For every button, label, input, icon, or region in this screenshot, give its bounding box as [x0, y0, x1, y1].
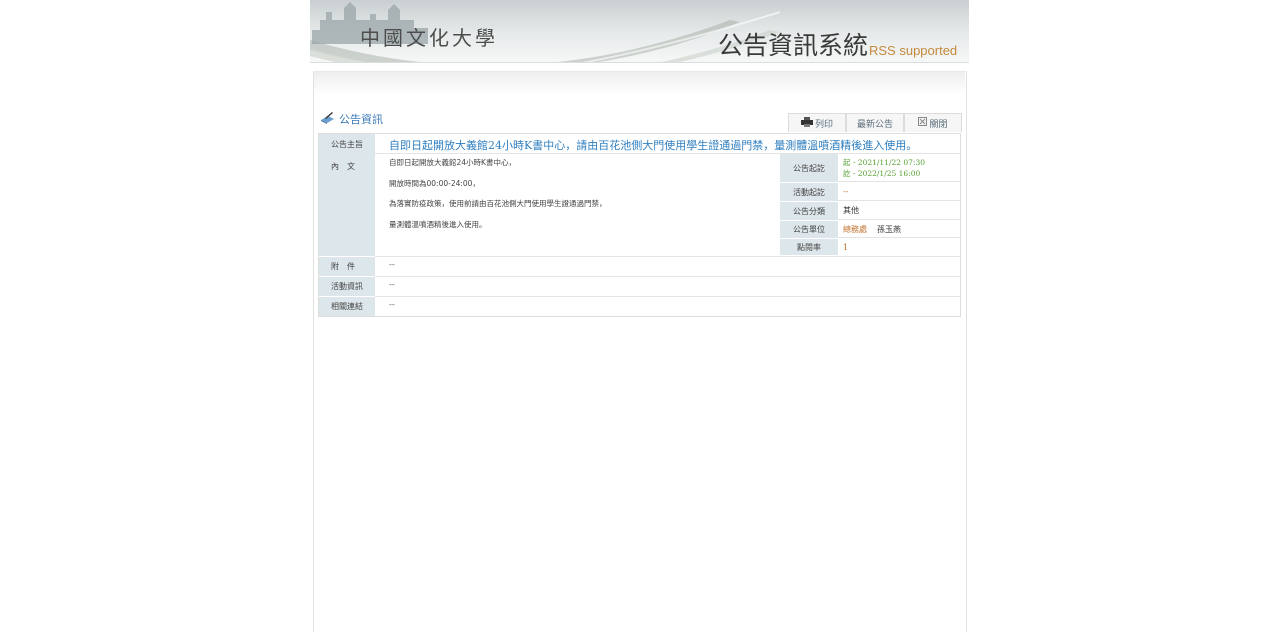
- content-paragraph: 開放時間為00:00-24:00，: [389, 179, 480, 188]
- section-title: 公告資訊: [339, 113, 383, 126]
- content-paragraph: 為落實防疫政策，使用前請由百花池側大門使用學生證通過門禁，: [389, 199, 607, 208]
- clicks-label: 點閱率: [780, 239, 838, 255]
- content-paragraph: 量測體溫噴酒精後進入使用。: [389, 220, 487, 229]
- attachment-label: 附件: [319, 257, 375, 276]
- period-end: 訖 - 2022/1/25 16:00: [843, 168, 921, 178]
- attachment-value: --: [389, 260, 395, 269]
- print-label: 列印: [814, 119, 833, 130]
- unit-name: 總務處: [843, 224, 867, 234]
- section-header: 公告資訊: [320, 111, 383, 127]
- content-paragraph: 自即日起開放大義館24小時K書中心，: [389, 158, 516, 167]
- announcement-table: 公告主旨 自即日起開放大義館24小時K書中心，請由百花池側大門使用學生證通過門禁…: [318, 133, 961, 317]
- content-label: 內文: [319, 154, 375, 256]
- related-links-label: 相關連結: [319, 297, 375, 316]
- close-button[interactable]: 關閉: [904, 113, 962, 132]
- close-label: 關閉: [929, 119, 948, 130]
- clicks-value: 1: [843, 242, 849, 252]
- category-label: 公告分類: [780, 202, 838, 220]
- row-divider: [375, 256, 960, 257]
- period-label: 公告起訖: [780, 154, 838, 182]
- row-divider: [375, 296, 960, 297]
- latest-label: 最新公告: [856, 119, 893, 130]
- announcement-subject: 自即日起開放大義館24小時K書中心，請由百花池側大門使用學生證通過門禁，量測體溫…: [389, 139, 918, 152]
- frame-header-gradient: [314, 72, 965, 94]
- toolbar: 列印 最新公告 關閉: [788, 113, 962, 132]
- unit-contact: 孫玉燕: [877, 224, 901, 234]
- activity-info-value: --: [389, 280, 395, 289]
- period-value: 起 - 2021/11/22 07:30 訖 - 2022/1/25 16:00: [838, 154, 960, 182]
- related-links-value: --: [389, 300, 395, 309]
- row-divider: [375, 276, 960, 277]
- site-banner: 中國文化大學 公告資訊系統 RSS supported: [310, 0, 969, 63]
- latest-announcements-button[interactable]: 最新公告: [846, 113, 904, 132]
- school-name: 中國文化大學: [360, 26, 498, 50]
- system-title: 公告資訊系統: [718, 31, 869, 60]
- period-start: 起 - 2021/11/22 07:30: [843, 157, 926, 167]
- rss-supported-label[interactable]: RSS supported: [869, 43, 957, 58]
- printer-icon: [800, 116, 813, 130]
- activity-info-label: 活動資訊: [319, 277, 375, 296]
- subject-label: 公告主旨: [319, 134, 375, 154]
- book-pencil-icon: [320, 111, 335, 127]
- category-value: 其他: [838, 202, 960, 220]
- activity-period-value: --: [838, 183, 960, 201]
- print-button[interactable]: 列印: [788, 113, 846, 132]
- unit-value: 總務處 孫玉燕: [838, 221, 960, 238]
- close-box-icon: [918, 117, 928, 129]
- announcement-meta: 公告起訖 起 - 2021/11/22 07:30 訖 - 2022/1/25 …: [780, 154, 960, 255]
- unit-label: 公告單位: [780, 221, 838, 238]
- activity-period-label: 活動起訖: [780, 183, 838, 201]
